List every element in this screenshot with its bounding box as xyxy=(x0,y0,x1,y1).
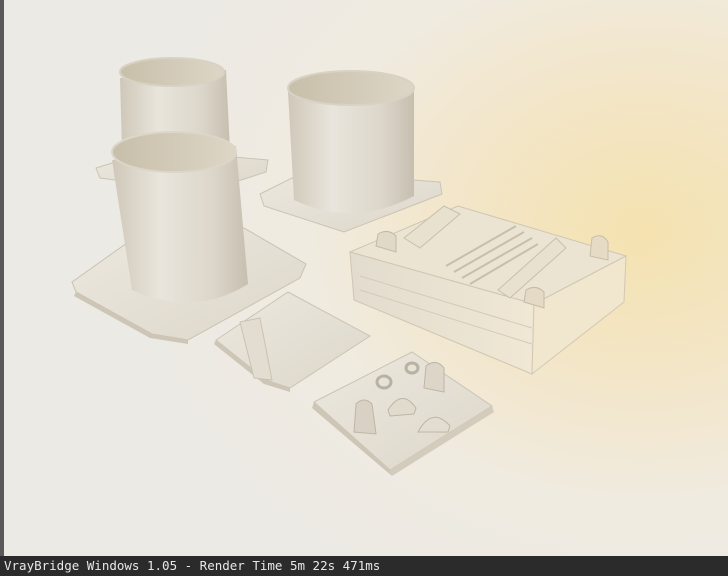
render-window: VrayBridge Windows 1.05 - Render Time 5m… xyxy=(0,0,728,576)
render-image xyxy=(71,57,628,476)
box-assembly xyxy=(348,205,628,376)
back-right-cylinder xyxy=(259,70,443,233)
render-viewport xyxy=(4,0,728,556)
render-time-label: VrayBridge Windows 1.05 - Render Time 5m… xyxy=(4,558,381,573)
render-status-bar: VrayBridge Windows 1.05 - Render Time 5m… xyxy=(0,556,728,576)
parts-plate xyxy=(312,351,494,476)
